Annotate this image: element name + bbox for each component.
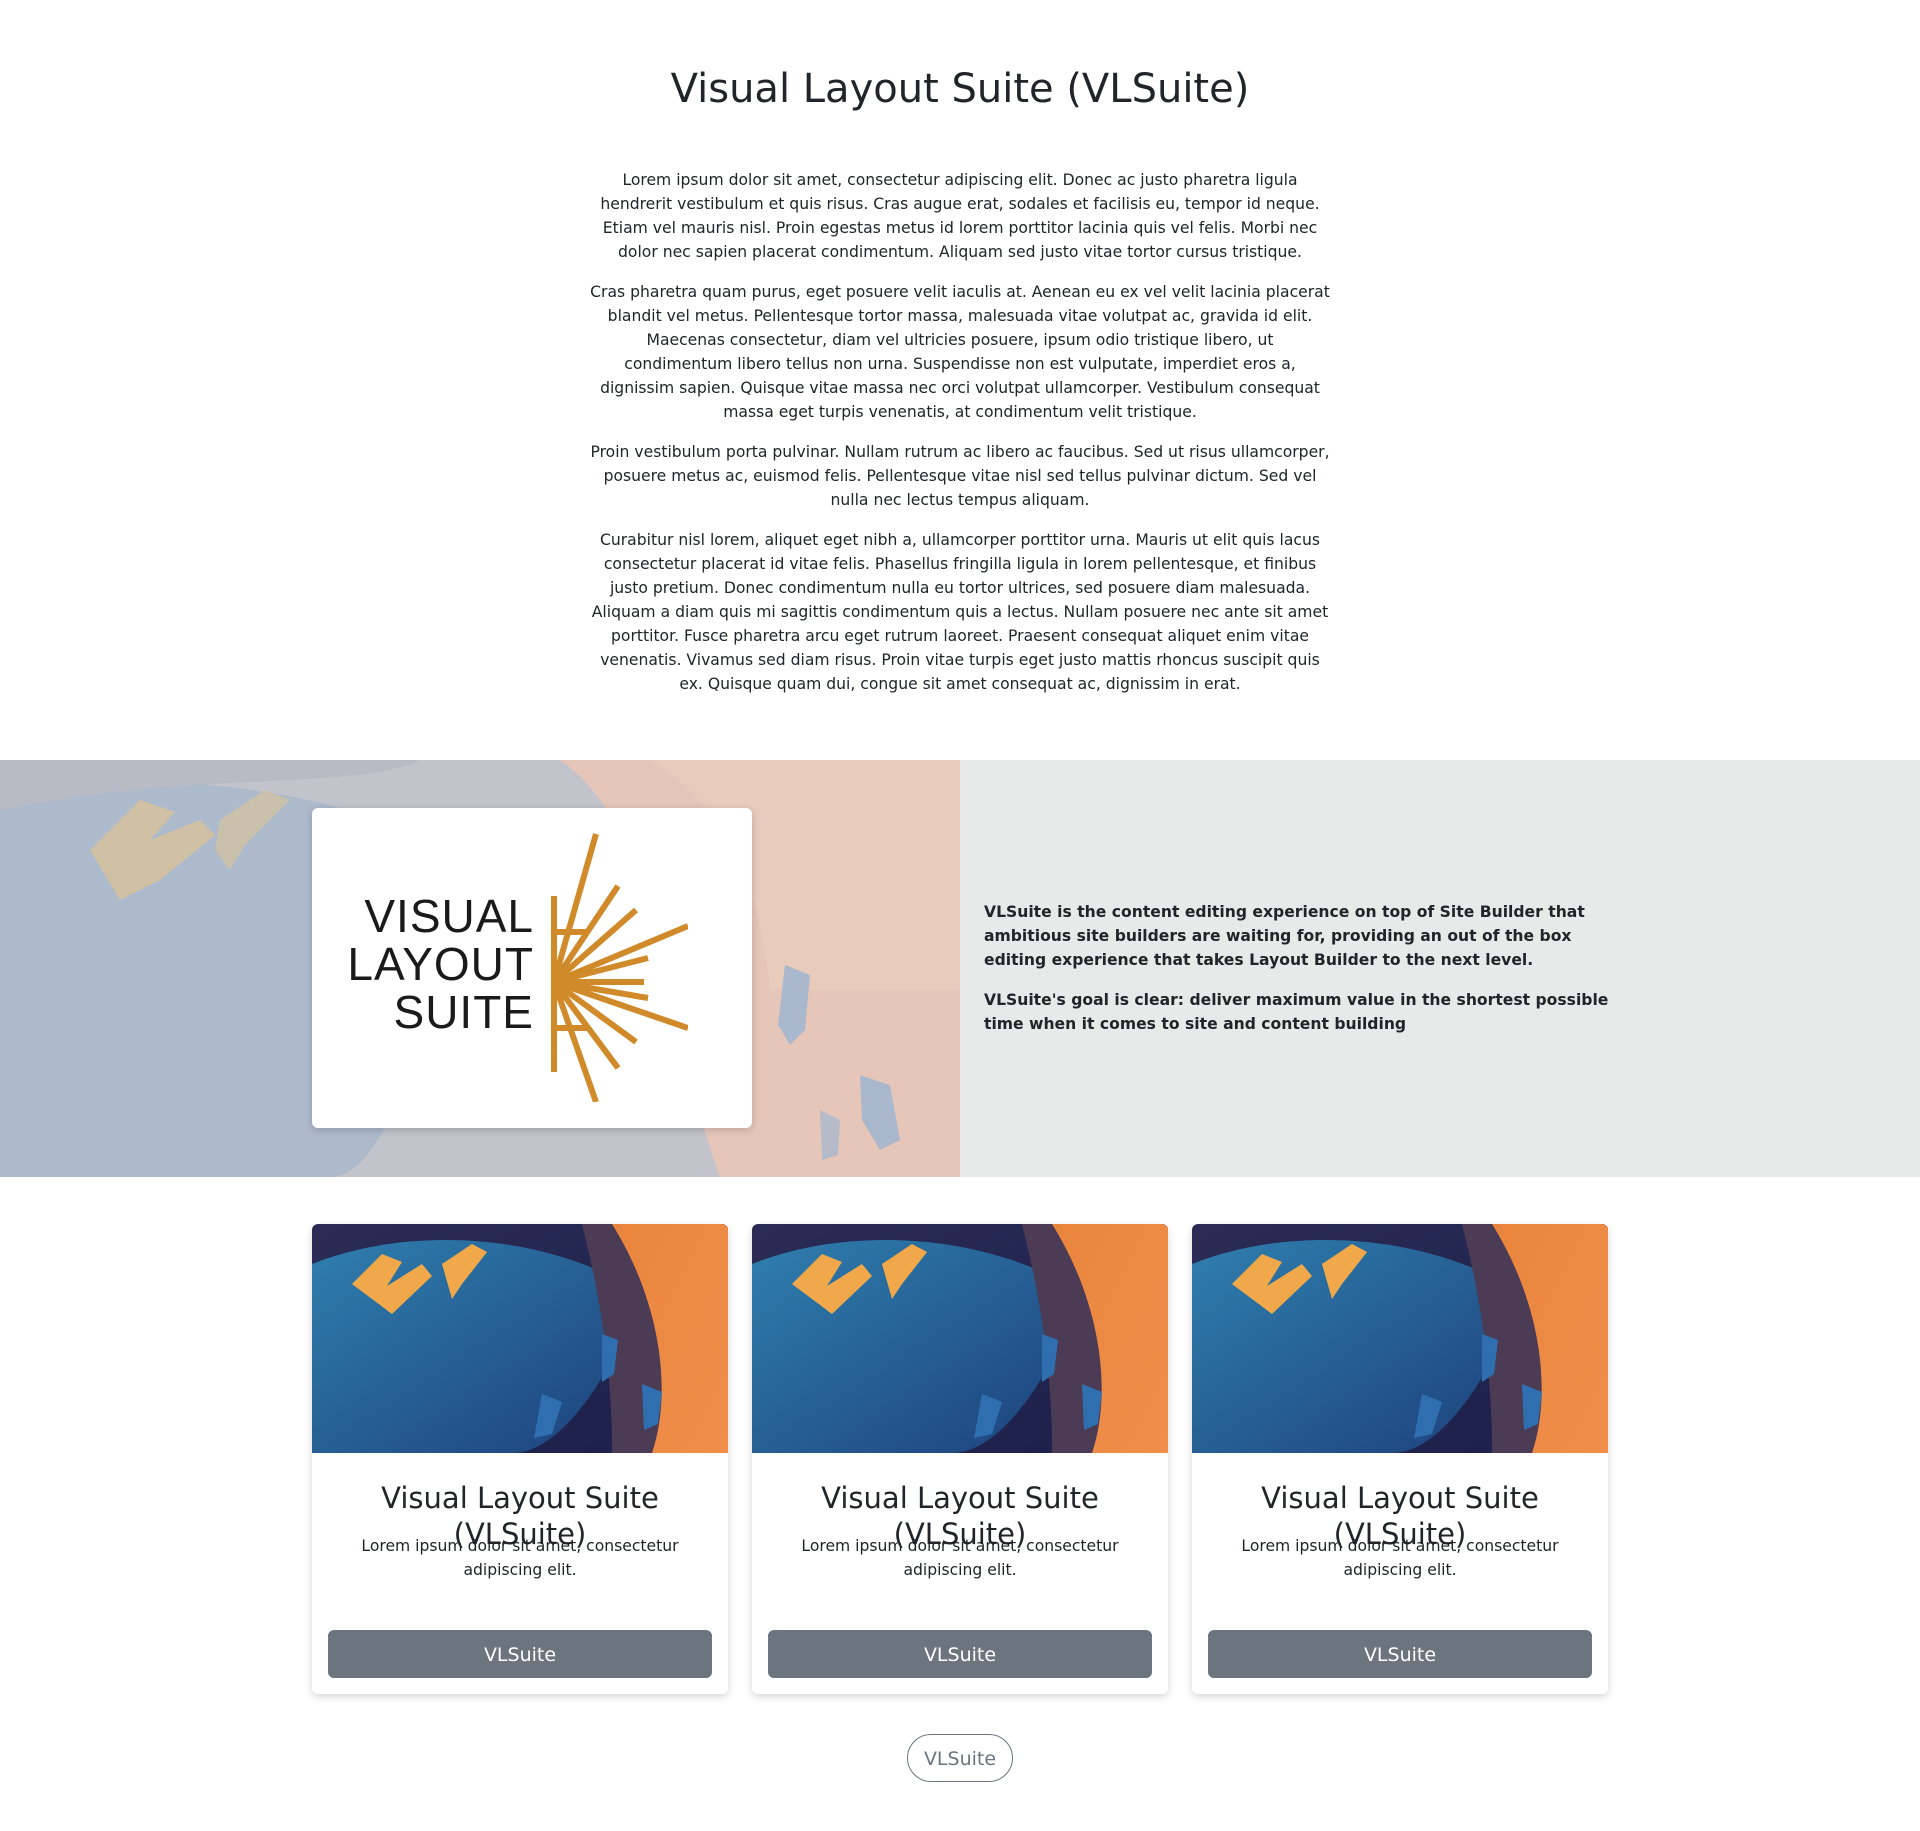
cards-section: Visual Layout Suite (VLSuite) Lorem ipsu…: [312, 1224, 1608, 1696]
feature-text-panel: VLSuite is the content editing experienc…: [960, 760, 1920, 1177]
card-image: [312, 1224, 728, 1453]
page-title: Visual Layout Suite (VLSuite): [670, 66, 1250, 112]
feature-section: VISUAL LAYOUT SUITE VLSuite is the conte…: [0, 760, 1920, 1177]
logo-line-suite: SUITE: [393, 986, 534, 1038]
intro-section: Visual Layout Suite (VLSuite) Lorem ipsu…: [0, 0, 1920, 760]
card-button[interactable]: VLSuite: [328, 1630, 712, 1678]
card: Visual Layout Suite (VLSuite) Lorem ipsu…: [752, 1224, 1168, 1694]
intro-paragraph: Proin vestibulum porta pulvinar. Nullam …: [590, 443, 1330, 509]
feature-copy: VLSuite is the content editing experienc…: [984, 900, 1624, 1052]
card: Visual Layout Suite (VLSuite) Lorem ipsu…: [1192, 1224, 1608, 1694]
feature-paragraph: VLSuite's goal is clear: deliver maximum…: [984, 991, 1609, 1033]
vlsuite-logo-text: VISUAL LAYOUT SUITE: [347, 892, 534, 1036]
intro-text: Lorem ipsum dolor sit amet, consectetur …: [590, 168, 1330, 712]
logo-card: VISUAL LAYOUT SUITE: [312, 808, 752, 1128]
vlsuite-pill-button[interactable]: VLSuite: [907, 1734, 1013, 1782]
card-text: Lorem ipsum dolor sit amet, consectetur …: [361, 1537, 679, 1579]
card: Visual Layout Suite (VLSuite) Lorem ipsu…: [312, 1224, 728, 1694]
logo-line-visual: VISUAL: [364, 890, 534, 942]
feature-paragraph: VLSuite is the content editing experienc…: [984, 903, 1585, 969]
card-text: Lorem ipsum dolor sit amet, consectetur …: [1241, 1537, 1559, 1579]
intro-paragraph: Cras pharetra quam purus, eget posuere v…: [590, 283, 1330, 421]
feature-background-image: VISUAL LAYOUT SUITE: [0, 760, 960, 1177]
logo-line-layout: LAYOUT: [347, 938, 534, 990]
card-text: Lorem ipsum dolor sit amet, consectetur …: [801, 1537, 1119, 1579]
vlsuite-logo-mark-icon: [551, 833, 688, 1102]
intro-paragraph: Lorem ipsum dolor sit amet, consectetur …: [600, 171, 1320, 261]
card-image: [752, 1224, 1168, 1453]
card-button[interactable]: VLSuite: [1208, 1630, 1592, 1678]
intro-paragraph: Curabitur nisl lorem, aliquet eget nibh …: [591, 531, 1329, 693]
card-image: [1192, 1224, 1608, 1453]
card-button[interactable]: VLSuite: [768, 1630, 1152, 1678]
